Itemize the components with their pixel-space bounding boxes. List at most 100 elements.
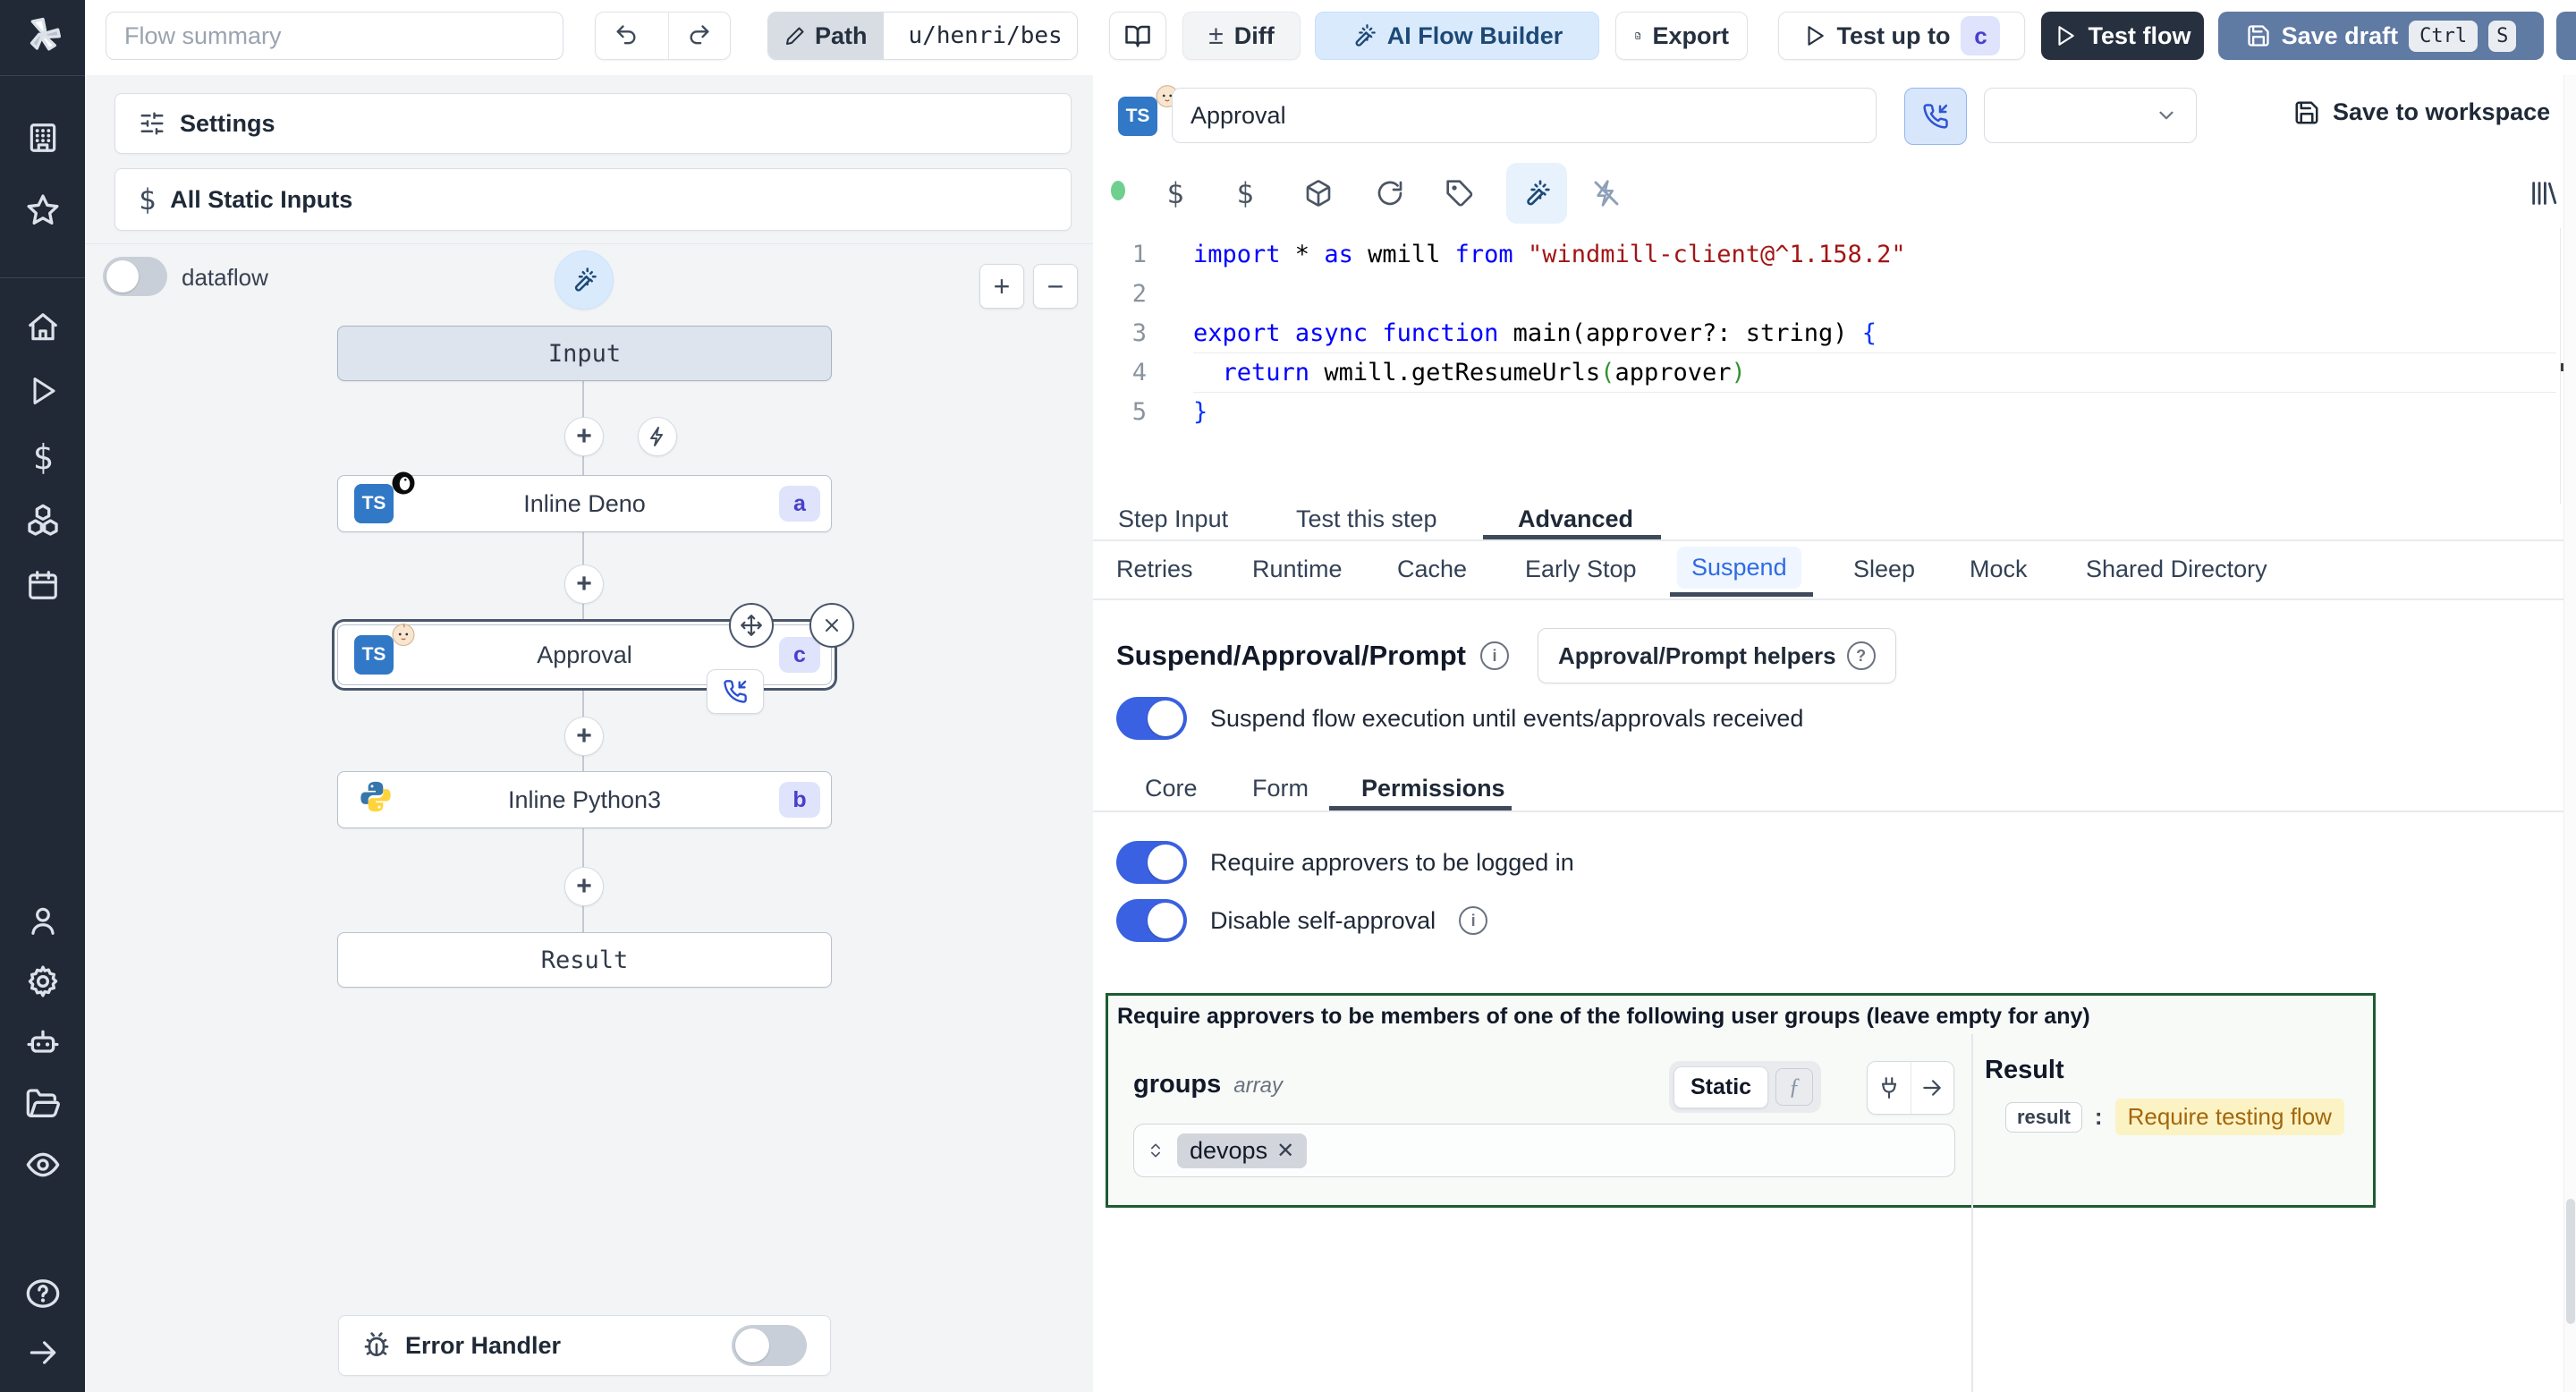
scrollbar-thumb[interactable] — [2566, 1199, 2575, 1324]
variables-icon[interactable]: $ — [24, 437, 62, 477]
schedules-icon[interactable] — [24, 566, 62, 604]
resources-icon[interactable] — [24, 502, 62, 539]
expand-sidebar-arrow-icon[interactable] — [24, 1334, 62, 1371]
code-line[interactable]: 3 export async function main(approver?: s… — [1093, 314, 2576, 353]
settings-gear-icon[interactable] — [24, 963, 62, 1000]
move-node-handle[interactable] — [729, 603, 774, 648]
flow-settings-button[interactable]: Settings — [114, 93, 1072, 154]
ai-flow-builder-button[interactable]: AI Flow Builder — [1315, 12, 1599, 60]
docs-button[interactable] — [1109, 12, 1166, 60]
tab-core[interactable]: Core — [1145, 775, 1198, 802]
tab-test-this-step[interactable]: Test this step — [1296, 505, 1437, 533]
baby-face-emoji-icon — [390, 621, 417, 653]
flow-node-inline-python3[interactable]: Inline Python3 b — [337, 771, 832, 828]
redo-button[interactable] — [667, 13, 731, 59]
test-up-to-button[interactable]: Test up to c — [1778, 12, 2025, 60]
zoom-out-button[interactable]: − — [1033, 264, 1078, 309]
result-key-chip[interactable]: result — [2005, 1101, 2082, 1133]
step-name-input[interactable]: Approval — [1172, 88, 1877, 143]
add-step-button[interactable]: + — [564, 417, 604, 456]
help-icon[interactable] — [24, 1275, 62, 1312]
variables-icon[interactable]: $ — [1156, 174, 1195, 213]
play-icon — [1807, 26, 1824, 46]
delete-node-button[interactable] — [809, 603, 854, 648]
tab-shared-directory[interactable]: Shared Directory — [2086, 556, 2267, 583]
flow-node-inline-deno[interactable]: TS Inline Deno a — [337, 471, 832, 532]
resources-dollar-icon[interactable]: $ — [1225, 174, 1265, 213]
audit-logs-eye-icon[interactable] — [24, 1146, 62, 1184]
dataflow-toggle[interactable] — [103, 257, 167, 296]
test-flow-button[interactable]: Test flow — [2041, 12, 2204, 60]
folders-icon[interactable] — [24, 1085, 62, 1123]
tab-retries[interactable]: Retries — [1116, 556, 1193, 583]
flow-node-input[interactable]: Input — [337, 326, 832, 381]
groups-chips-input[interactable]: devops ✕ — [1133, 1124, 1955, 1177]
approval-prompt-helpers-button[interactable]: Approval/Prompt helpers ? — [1537, 628, 1896, 683]
code-line[interactable]: 1 import * as wmill from "windmill-client… — [1093, 235, 2576, 275]
deploy-button-partial[interactable] — [2556, 12, 2576, 60]
all-static-inputs-button[interactable]: $ All Static Inputs — [114, 168, 1072, 231]
zoom-in-button[interactable]: + — [979, 264, 1024, 309]
workers-robot-icon[interactable] — [24, 1023, 62, 1061]
info-icon[interactable]: i — [1479, 641, 1509, 670]
page-scrollbar[interactable] — [2563, 75, 2576, 1392]
javascript-expression-button[interactable]: ƒ — [1775, 1068, 1814, 1106]
arrow-right-icon[interactable] — [1911, 1062, 1954, 1114]
disable-self-approval-toggle[interactable] — [1116, 899, 1187, 942]
plug-icon[interactable] — [1868, 1062, 1911, 1114]
flow-summary-input[interactable]: Flow summary — [106, 12, 564, 60]
approval-phone-button[interactable] — [1904, 88, 1967, 145]
undo-button[interactable] — [596, 13, 657, 59]
flow-node-result[interactable]: Result — [337, 932, 832, 988]
save-to-workspace-button[interactable]: Save to workspace — [2293, 98, 2550, 126]
python-icon — [358, 779, 394, 821]
reload-icon[interactable] — [1370, 174, 1410, 213]
tab-sleep[interactable]: Sleep — [1853, 556, 1915, 583]
zap-off-icon[interactable] — [1587, 174, 1626, 213]
error-handler-toggle[interactable] — [732, 1325, 807, 1366]
tab-advanced[interactable]: Advanced — [1518, 505, 1633, 533]
ai-step-wand-button[interactable] — [555, 250, 614, 310]
tab-cache[interactable]: Cache — [1397, 556, 1467, 583]
home-icon[interactable] — [24, 309, 62, 346]
package-icon[interactable] — [1299, 174, 1338, 213]
workspace-icon[interactable] — [24, 119, 62, 157]
code-editor[interactable]: 1 import * as wmill from "windmill-client… — [1093, 228, 2576, 504]
favorites-star-icon[interactable] — [24, 191, 62, 229]
add-step-button[interactable]: + — [564, 717, 604, 756]
script-kind-select[interactable] — [1984, 88, 2197, 143]
runs-icon[interactable] — [24, 372, 62, 410]
tab-step-input[interactable]: Step Input — [1118, 505, 1228, 533]
library-panel-icon[interactable] — [2524, 174, 2563, 213]
save-draft-button[interactable]: Save draft Ctrl S — [2218, 12, 2544, 60]
path-group[interactable]: Path u/henri/bes — [767, 12, 1078, 60]
remove-chip-icon[interactable]: ✕ — [1276, 1138, 1294, 1164]
users-icon[interactable] — [24, 902, 62, 939]
suspend-toggle[interactable] — [1116, 697, 1187, 740]
group-chip-devops[interactable]: devops ✕ — [1177, 1133, 1308, 1168]
info-icon[interactable]: i — [1459, 906, 1488, 935]
tab-early-stop[interactable]: Early Stop — [1525, 556, 1637, 583]
tab-mock[interactable]: Mock — [1970, 556, 2028, 583]
tab-form[interactable]: Form — [1252, 775, 1309, 802]
code-line[interactable]: 2 — [1093, 275, 2576, 314]
add-step-button[interactable]: + — [564, 564, 604, 604]
ai-assistant-wand-button[interactable] — [1506, 163, 1567, 224]
sort-handle-icon[interactable] — [1147, 1142, 1165, 1159]
result-value-chip[interactable]: Require testing flow — [2114, 1099, 2344, 1135]
tag-icon[interactable] — [1440, 174, 1479, 213]
add-step-button[interactable]: + — [564, 867, 604, 906]
flow-graph-panel: Settings $ All Static Inputs dataflow + … — [85, 75, 1095, 1392]
static-mode-button[interactable]: Static — [1674, 1065, 1769, 1108]
tab-suspend[interactable]: Suspend — [1677, 547, 1801, 589]
error-handler-card[interactable]: Error Handler — [338, 1315, 831, 1376]
trigger-bolt-button[interactable] — [638, 417, 677, 456]
require-logged-in-toggle[interactable] — [1116, 841, 1187, 884]
tab-runtime[interactable]: Runtime — [1252, 556, 1343, 583]
windmill-logo-icon[interactable] — [24, 16, 62, 54]
export-button[interactable]: Export — [1615, 12, 1748, 60]
approval-phone-badge[interactable] — [707, 669, 764, 714]
code-line[interactable]: 5} — [1093, 393, 2576, 432]
diff-button[interactable]: ± Diff — [1182, 12, 1301, 60]
tab-permissions[interactable]: Permissions — [1361, 775, 1505, 802]
